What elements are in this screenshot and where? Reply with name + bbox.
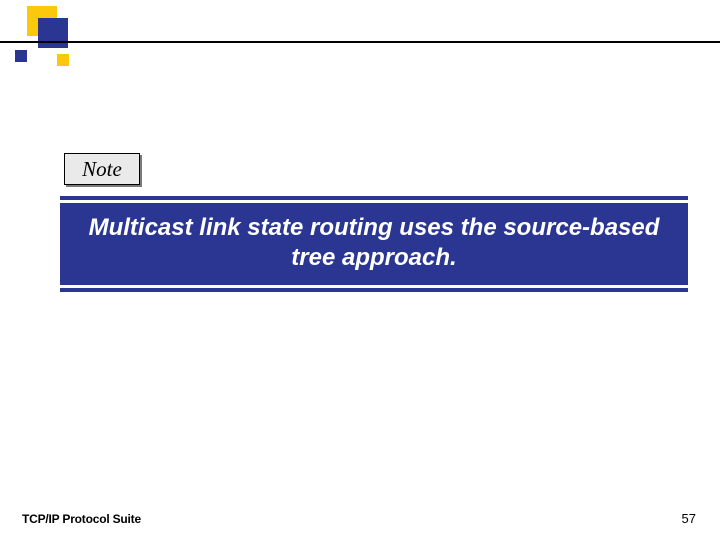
header-rule — [0, 41, 720, 43]
footer-text: TCP/IP Protocol Suite — [22, 512, 141, 526]
note-banner-top-rule — [60, 196, 688, 200]
note-label: Note — [82, 157, 122, 182]
decor-square-yellow-small — [57, 54, 69, 66]
note-banner-text: Multicast link state routing uses the so… — [88, 213, 660, 273]
note-banner-body: Multicast link state routing uses the so… — [60, 203, 688, 285]
note-banner-bottom-rule — [60, 288, 688, 292]
note-box: Note — [64, 153, 140, 185]
page-number: 57 — [682, 511, 696, 526]
decor-square-blue-large — [38, 18, 68, 48]
decor-square-blue-small — [15, 50, 27, 62]
note-banner: Multicast link state routing uses the so… — [60, 196, 688, 292]
